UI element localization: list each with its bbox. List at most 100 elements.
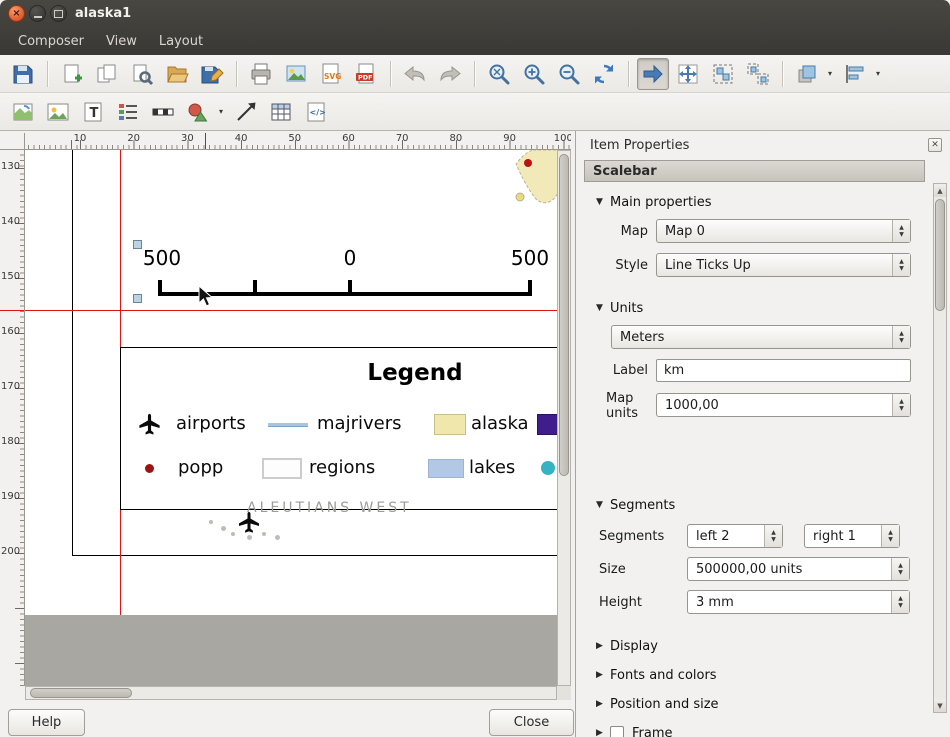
zoom-in-button[interactable]: [518, 58, 550, 90]
ruler-number: 40: [226, 133, 256, 144]
ruler-number: 60: [334, 133, 364, 144]
ruler-guide-marker: [0, 310, 24, 311]
new-composer-button[interactable]: [56, 58, 88, 90]
add-table-button[interactable]: [265, 96, 297, 128]
window-minimize-button[interactable]: [29, 5, 46, 22]
section-display[interactable]: ▶ Display: [584, 637, 658, 655]
map-units-label: Map units: [606, 391, 650, 421]
group-items-button[interactable]: [707, 58, 739, 90]
align-items-button[interactable]: ▾: [839, 58, 884, 90]
composer-manager-button[interactable]: [126, 58, 158, 90]
raise-items-button[interactable]: ▾: [791, 58, 836, 90]
section-position-and-size[interactable]: ▶ Position and size: [584, 695, 719, 713]
toolbar-separator: [47, 61, 49, 87]
section-main-properties[interactable]: ▼ Main properties: [584, 193, 712, 211]
help-button[interactable]: Help: [8, 709, 85, 736]
window-maximize-button[interactable]: [50, 5, 67, 22]
add-image-button[interactable]: [42, 96, 74, 128]
units-select[interactable]: Meters ▲▼: [611, 325, 911, 349]
ruler-number: 200: [1, 546, 21, 557]
ruler-number: 150: [1, 271, 21, 282]
map-airport-symbol: [236, 510, 262, 536]
ruler-number: 170: [1, 381, 21, 392]
redo-button[interactable]: [434, 58, 466, 90]
guide-horizontal[interactable]: [25, 310, 557, 311]
menu-composer[interactable]: Composer: [7, 30, 95, 53]
collapse-arrow-icon: ▼: [596, 500, 610, 510]
spin-arrows-icon[interactable]: ▲▼: [891, 591, 909, 613]
map-select[interactable]: Map 0 ▲▼: [656, 219, 911, 243]
save-button[interactable]: [7, 58, 39, 90]
segments-right-spinbox[interactable]: right 1 ▲▼: [804, 524, 900, 548]
export-pdf-button[interactable]: PDF: [350, 58, 382, 90]
segments-left-spinbox[interactable]: left 2 ▲▼: [687, 524, 783, 548]
combo-arrows-icon[interactable]: ▲▼: [892, 254, 910, 276]
add-arrow-button[interactable]: [230, 96, 262, 128]
composer-canvas-zone: 102030405060708090100 130140150160170180…: [0, 131, 575, 737]
size-label: Size: [599, 562, 626, 577]
export-image-button[interactable]: [280, 58, 312, 90]
height-spinbox[interactable]: 3 mm ▲▼: [687, 590, 910, 614]
zoom-out-button[interactable]: [553, 58, 585, 90]
menu-layout[interactable]: Layout: [148, 30, 214, 53]
spin-arrows-icon[interactable]: ▲▼: [881, 525, 899, 547]
print-button[interactable]: [245, 58, 277, 90]
ruler-number: 70: [387, 133, 417, 144]
scroll-down-icon[interactable]: ▼: [934, 699, 946, 712]
purple-swatch: [537, 410, 557, 438]
size-spinbox[interactable]: 500000,00 units ▲▼: [687, 557, 910, 581]
add-label-button[interactable]: T: [77, 96, 109, 128]
add-map-button[interactable]: [7, 96, 39, 128]
section-fonts-and-colors[interactable]: ▶ Fonts and colors: [584, 666, 717, 684]
scroll-up-icon[interactable]: ▲: [934, 184, 946, 197]
section-frame[interactable]: ▶ Frame: [584, 724, 673, 737]
window-close-button[interactable]: ×: [8, 5, 25, 22]
canvas-horizontal-scrollbar[interactable]: [25, 686, 557, 700]
refresh-button[interactable]: [588, 58, 620, 90]
section-segments[interactable]: ▼ Segments: [584, 496, 675, 514]
menu-view[interactable]: View: [95, 30, 148, 53]
scrollbar-handle[interactable]: [935, 199, 945, 311]
redo-icon: [438, 62, 462, 86]
combo-arrows-icon[interactable]: ▲▼: [892, 220, 910, 242]
combo-arrows-icon[interactable]: ▲▼: [892, 326, 910, 348]
zoom-full-button[interactable]: [483, 58, 515, 90]
spin-arrows-icon[interactable]: ▲▼: [891, 558, 909, 580]
align-items-icon: [843, 62, 867, 86]
section-units[interactable]: ▼ Units: [584, 299, 643, 317]
move-content-button[interactable]: [672, 58, 704, 90]
add-html-button[interactable]: </>: [300, 96, 332, 128]
close-button[interactable]: Close: [489, 709, 574, 736]
unit-label-input[interactable]: km: [656, 359, 911, 382]
spin-arrows-icon[interactable]: ▲▼: [764, 525, 782, 547]
add-scalebar-button[interactable]: [147, 96, 179, 128]
add-legend-button[interactable]: [112, 96, 144, 128]
frame-checkbox[interactable]: [610, 726, 624, 737]
ungroup-items-button[interactable]: [742, 58, 774, 90]
open-button[interactable]: [161, 58, 193, 90]
select-move-button[interactable]: [637, 58, 669, 90]
panel-close-button[interactable]: ✕: [928, 138, 942, 152]
canvas-vertical-scrollbar[interactable]: [557, 150, 571, 686]
save-as-button[interactable]: [196, 58, 228, 90]
selection-handle[interactable]: [133, 240, 142, 249]
airport-symbol: [137, 410, 162, 438]
undo-button[interactable]: [399, 58, 431, 90]
canvas-viewport[interactable]: 5000500 Legend airportsmajriversalaskapo…: [25, 150, 557, 686]
svg-text:</>: </>: [310, 108, 326, 117]
svg-text:PDF: PDF: [358, 73, 373, 81]
scrollbar-handle[interactable]: [559, 154, 569, 476]
toolbar-separator: [390, 61, 392, 87]
selection-handle[interactable]: [133, 294, 142, 303]
spin-arrows-icon[interactable]: ▲▼: [892, 394, 910, 416]
toolbar-separator: [782, 61, 784, 87]
panel-scrollbar[interactable]: ▲ ▼: [933, 183, 947, 713]
scrollbar-handle[interactable]: [30, 688, 132, 698]
style-select[interactable]: Line Ticks Up ▲▼: [656, 253, 911, 277]
map-units-spinbox[interactable]: 1000,00 ▲▼: [656, 393, 911, 417]
duplicate-composer-button[interactable]: [91, 58, 123, 90]
add-shape-button[interactable]: ▾: [182, 96, 227, 128]
add-label-icon: T: [81, 100, 105, 124]
add-image-icon: [46, 100, 70, 124]
export-svg-button[interactable]: SVG: [315, 58, 347, 90]
